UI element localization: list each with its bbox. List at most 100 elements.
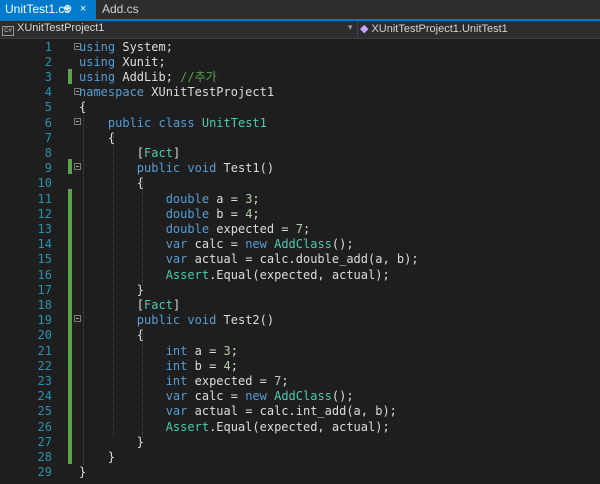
code-text: Assert.Equal(expected, actual);: [79, 420, 390, 435]
code-line[interactable]: 4 namespace XUnitTestProject1: [0, 85, 600, 100]
project-dropdown-label: XUnitTestProject1: [17, 22, 105, 34]
code-line[interactable]: 12 double b = 4;: [0, 207, 600, 222]
code-token: actual = calc.double_add(a, b);: [187, 252, 419, 267]
code-text: }: [79, 283, 144, 298]
line-number: 5: [44, 100, 52, 115]
code-line[interactable]: 2 using Xunit;: [0, 55, 600, 70]
code-text: using AddLib; //추가: [79, 70, 217, 85]
code-line[interactable]: 18 [Fact]: [0, 298, 600, 313]
code-token: Xunit;: [115, 54, 166, 69]
code-line[interactable]: 25 var actual = calc.int_add(a, b);: [0, 404, 600, 419]
code-line[interactable]: 8 [Fact]: [0, 146, 600, 161]
code-token: AddLib;: [115, 69, 181, 84]
code-token: {: [79, 176, 145, 191]
code-token: Assert: [165, 267, 210, 282]
code-text: {: [79, 176, 144, 191]
code-line[interactable]: 26 Assert.Equal(expected, actual);: [0, 420, 600, 435]
line-number: 13: [37, 221, 52, 236]
code-line[interactable]: 19 public void Test2(): [0, 313, 600, 328]
code-line[interactable]: 11 double a = 3;: [0, 192, 600, 207]
code-line[interactable]: 20 {: [0, 328, 600, 343]
code-token: double: [165, 191, 210, 206]
code-token: b =: [209, 206, 246, 221]
line-number: 27: [37, 434, 52, 449]
code-editor[interactable]: 1 using System; 2 using Xunit; 3 using AddLib…: [0, 39, 600, 484]
code-token: using: [79, 54, 116, 69]
code-token: void: [187, 313, 217, 328]
code-line[interactable]: 23 int expected = 7;: [0, 374, 600, 389]
code-token: 4: [223, 358, 231, 373]
line-number: 24: [37, 389, 52, 404]
code-token: ();: [331, 237, 354, 252]
tab-add[interactable]: Add.cs: [97, 0, 157, 19]
code-line[interactable]: 22 int b = 4;: [0, 359, 600, 374]
code-token: a =: [187, 343, 224, 358]
tab-unittest1[interactable]: UnitTest1.cs ⊕ ×: [0, 0, 96, 19]
code-token: class: [158, 115, 195, 130]
code-text: public class UnitTest1: [79, 116, 267, 131]
close-icon[interactable]: ×: [80, 0, 86, 19]
code-token: int: [165, 343, 188, 358]
code-line[interactable]: 17 }: [0, 283, 600, 298]
code-token: calc =: [187, 237, 246, 252]
code-line[interactable]: 27 }: [0, 435, 600, 450]
line-number: 7: [44, 130, 52, 145]
code-token: AddClass: [274, 237, 332, 252]
code-token: namespace: [79, 85, 145, 100]
line-number: 29: [37, 465, 52, 480]
code-line[interactable]: 13 double expected = 7;: [0, 222, 600, 237]
code-token: var: [165, 389, 188, 404]
line-number: 12: [37, 206, 52, 221]
code-line[interactable]: 3 using AddLib; //추가: [0, 70, 600, 85]
code-line[interactable]: 14 var calc = new AddClass();: [0, 237, 600, 252]
project-dropdown[interactable]: C# XUnitTestProject1 ▾: [2, 22, 356, 37]
code-line[interactable]: 15 var actual = calc.double_add(a, b);: [0, 252, 600, 267]
line-number: 20: [37, 328, 52, 343]
code-line[interactable]: 29}: [0, 465, 600, 480]
type-dropdown-label: XUnitTestProject1.UnitTest1: [371, 23, 508, 35]
code-token: new: [245, 237, 267, 252]
line-number: 10: [37, 176, 52, 191]
line-number: 9: [44, 161, 52, 176]
class-icon: ◆: [360, 23, 369, 35]
code-line[interactable]: 5{: [0, 100, 600, 115]
code-token: {: [79, 100, 87, 115]
code-token: Fact: [144, 297, 173, 312]
code-line[interactable]: 6 public class UnitTest1: [0, 116, 600, 131]
code-line[interactable]: 9 public void Test1(): [0, 161, 600, 176]
code-line[interactable]: 1 using System;: [0, 40, 600, 55]
code-token: public: [107, 115, 152, 130]
code-text: var calc = new AddClass();: [79, 389, 354, 404]
line-number: 28: [37, 449, 52, 464]
code-line[interactable]: 21 int a = 3;: [0, 344, 600, 359]
code-line[interactable]: 7 {: [0, 131, 600, 146]
code-token: }: [79, 465, 87, 480]
code-token: ;: [230, 343, 238, 358]
code-line[interactable]: 16 Assert.Equal(expected, actual);: [0, 268, 600, 283]
code-token: calc =: [187, 389, 246, 404]
code-line[interactable]: 24 var calc = new AddClass();: [0, 389, 600, 404]
code-token: new: [245, 389, 267, 404]
code-text: [Fact]: [79, 298, 180, 313]
code-line[interactable]: 10 {: [0, 176, 600, 191]
code-token: .Equal(expected, actual);: [209, 419, 390, 434]
code-token: ;: [252, 191, 260, 206]
code-text: }: [79, 435, 144, 450]
code-text: [Fact]: [79, 146, 180, 161]
code-line[interactable]: 28 }: [0, 450, 600, 465]
code-token: using: [79, 69, 116, 84]
type-dropdown[interactable]: ◆ XUnitTestProject1.UnitTest1: [360, 22, 598, 37]
code-token: System;: [115, 39, 173, 54]
code-token: double: [165, 221, 210, 236]
tab-label: Add.cs: [102, 2, 139, 16]
pin-icon[interactable]: ⊕: [63, 0, 72, 19]
